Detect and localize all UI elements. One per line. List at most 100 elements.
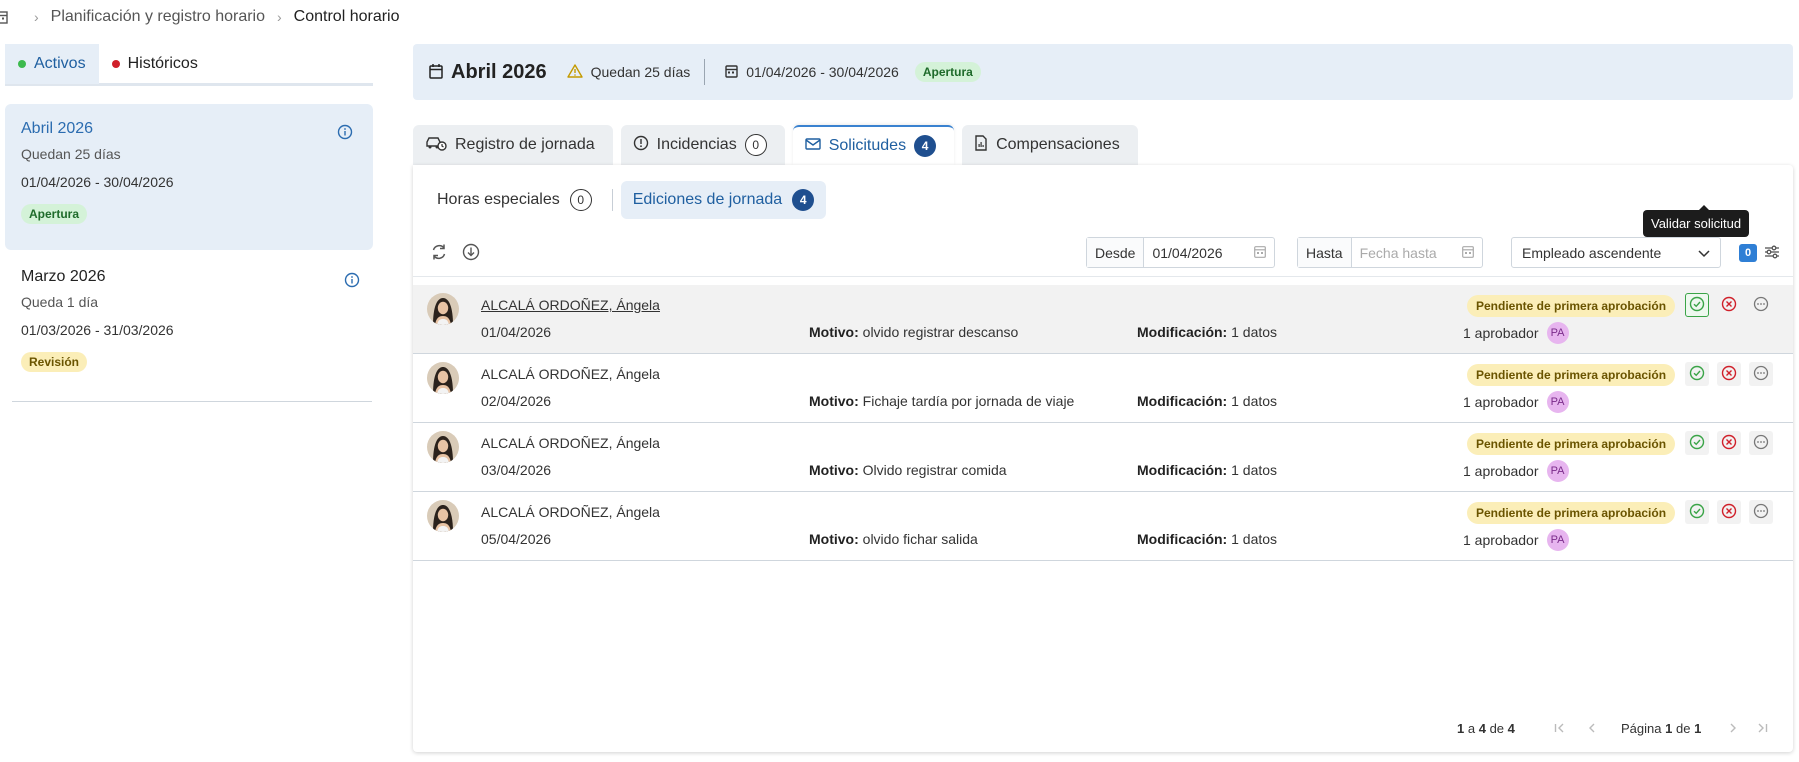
page-total: 1 (1694, 721, 1702, 736)
pagination-range: 1 a 4 de 4 (1457, 721, 1515, 736)
close-circle-icon (1721, 503, 1737, 522)
count-badge: 0 (744, 134, 767, 156)
period-card-abril[interactable]: Abril 2026 Quedan 25 días 01/04/2026 - 3… (5, 104, 373, 250)
modification-value: 1 datos (1231, 324, 1278, 340)
more-button[interactable] (1749, 293, 1773, 317)
more-button[interactable] (1749, 362, 1773, 386)
approver-avatar[interactable]: PA (1546, 322, 1569, 344)
request-modification: Modificación: 1 datos (1137, 393, 1277, 409)
request-reason: Motivo: Fichaje tardía por jornada de vi… (809, 393, 1074, 409)
request-reason: Motivo: olvido registrar descanso (809, 324, 1018, 340)
reject-button[interactable] (1717, 362, 1741, 386)
approve-button[interactable] (1685, 431, 1709, 455)
tab-ediciones-jornada[interactable]: Ediciones de jornada 4 (620, 181, 827, 219)
modification-label: Modificación: (1137, 393, 1228, 409)
approvers-count: 1 aprobador (1463, 532, 1539, 548)
info-icon[interactable] (344, 272, 360, 288)
sub-tabs: Horas especiales 0 Ediciones de jornada … (425, 181, 827, 219)
approver-avatar[interactable]: PA (1546, 529, 1569, 551)
more-button[interactable] (1749, 500, 1773, 524)
tab-solicitudes[interactable]: Solicitudes 4 (792, 125, 955, 165)
reason-value: Olvido registrar comida (862, 462, 1007, 478)
approve-button[interactable] (1685, 293, 1709, 317)
more-options-icon (1753, 434, 1769, 453)
modification-label: Modificación: (1137, 531, 1228, 547)
breadcrumb-link[interactable]: Planificación y registro horario (51, 8, 265, 26)
count-badge: 0 (569, 189, 592, 211)
status-badge: Pendiente de primera aprobación (1467, 364, 1676, 386)
employee-name[interactable]: ALCALÁ ORDOÑEZ, Ángela (481, 297, 660, 313)
approvers: 1 aprobador PA (1463, 460, 1569, 482)
calendar-icon (429, 63, 443, 82)
filter-settings-icon[interactable] (1764, 244, 1780, 263)
request-date: 05/04/2026 (481, 531, 552, 547)
period-tabs: Activos Históricos (5, 44, 373, 86)
approver-avatar[interactable]: PA (1546, 391, 1569, 413)
active-filters-count: 0 (1739, 244, 1757, 262)
next-page-icon[interactable] (1724, 719, 1742, 737)
requests-panel: Horas especiales 0 Ediciones de jornada … (413, 165, 1793, 752)
employee-name[interactable]: ALCALÁ ORDOÑEZ, Ángela (481, 435, 660, 451)
reject-button[interactable] (1717, 293, 1741, 317)
main-tabs: Registro de jornada Incidencias 0 Solici… (413, 125, 1138, 165)
download-icon[interactable] (461, 242, 481, 262)
page-label: Página (1621, 721, 1662, 736)
close-circle-icon (1721, 365, 1737, 384)
table-row[interactable]: ALCALÁ ORDOÑEZ, Ángela 02/04/2026 Motivo: … (413, 354, 1793, 423)
calendar-icon[interactable] (1461, 245, 1474, 261)
reason-value: olvido fichar salida (862, 531, 978, 547)
period-header: Abril 2026 Quedan 25 días 01/04/2026 - 3… (413, 44, 1793, 100)
last-page-icon[interactable] (1753, 719, 1771, 737)
chevron-down-icon (1698, 245, 1710, 261)
more-button[interactable] (1749, 431, 1773, 455)
request-date: 02/04/2026 (481, 393, 552, 409)
tab-compensaciones[interactable]: Compensaciones (962, 125, 1138, 165)
tab-registro-jornada[interactable]: Registro de jornada (413, 125, 613, 165)
reject-button[interactable] (1717, 500, 1741, 524)
approve-button[interactable] (1685, 362, 1709, 386)
approve-button[interactable] (1685, 500, 1709, 524)
period-title: Abril 2026 (21, 120, 94, 137)
avatar (427, 431, 459, 463)
pagination: 1 a 4 de 4 Página 1 de 1 (413, 717, 1793, 743)
date-to-input[interactable]: Fecha hasta (1352, 238, 1482, 267)
range-total: 4 (1507, 721, 1515, 736)
approvers-count: 1 aprobador (1463, 325, 1539, 341)
tab-horas-especiales[interactable]: Horas especiales 0 (425, 181, 604, 219)
period-dates: 01/03/2026 - 31/03/2026 (21, 322, 174, 338)
divider (611, 189, 613, 211)
historic-dot-icon (111, 60, 120, 68)
employee-name[interactable]: ALCALÁ ORDOÑEZ, Ángela (481, 504, 660, 520)
warning-icon (566, 63, 583, 81)
calendar-icon[interactable] (1254, 245, 1267, 261)
period-range: 01/04/2026 - 30/04/2026 (725, 64, 899, 81)
row-actions (1685, 500, 1773, 524)
info-icon[interactable] (337, 124, 353, 140)
reject-button[interactable] (1717, 431, 1741, 455)
status-badge: Revisión (21, 352, 88, 372)
close-circle-icon (1721, 296, 1737, 315)
date-to-filter: Hasta Fecha hasta (1297, 237, 1483, 268)
tab-incidencias[interactable]: Incidencias 0 (620, 125, 785, 165)
employee-name[interactable]: ALCALÁ ORDOÑEZ, Ángela (481, 366, 660, 382)
date-from-input[interactable]: 01/04/2026 (1144, 238, 1274, 267)
approvers-count: 1 aprobador (1463, 463, 1539, 479)
tab-activos[interactable]: Activos (5, 44, 99, 84)
table-row[interactable]: ALCALÁ ORDOÑEZ, Ángela 01/04/2026 Motivo: … (413, 285, 1793, 354)
table-row[interactable]: ALCALÁ ORDOÑEZ, Ángela 05/04/2026 Motivo: … (413, 492, 1793, 561)
breadcrumb: › Planificación y registro horario › Con… (0, 0, 400, 34)
range-text: 01/04/2026 - 30/04/2026 (746, 64, 899, 80)
period-card-marzo[interactable]: Marzo 2026 Queda 1 día 01/03/2026 - 31/0… (12, 252, 372, 402)
tab-historicos[interactable]: Históricos (99, 44, 211, 84)
first-page-icon[interactable] (1551, 719, 1569, 737)
check-circle-icon (1689, 365, 1705, 384)
refresh-icon[interactable] (429, 242, 449, 262)
table-row[interactable]: ALCALÁ ORDOÑEZ, Ángela 03/04/2026 Motivo: … (413, 423, 1793, 492)
prev-page-icon[interactable] (1583, 719, 1601, 737)
approver-avatar[interactable]: PA (1546, 460, 1569, 482)
approvers-count: 1 aprobador (1463, 394, 1539, 410)
avatar (427, 362, 459, 394)
tab-label: Solicitudes (828, 137, 907, 154)
avatar (427, 500, 459, 532)
sort-select[interactable]: Empleado ascendente (1511, 237, 1721, 268)
